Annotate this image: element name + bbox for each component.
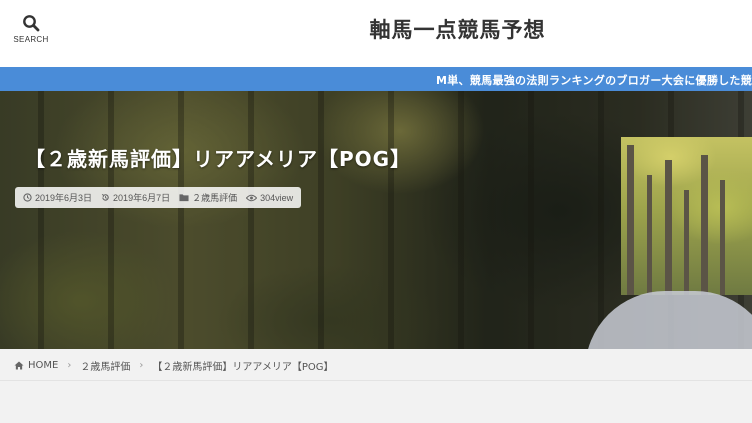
breadcrumb-category[interactable]: ２歳馬評価: [80, 358, 130, 373]
post-title: 【２歳新馬評価】リアアメリア【POG】: [25, 147, 412, 171]
folder-icon: [179, 194, 189, 202]
updated-date-text: 2019年6月7日: [113, 193, 171, 203]
breadcrumb: HOME › ２歳馬評価 › 【２歳新馬評価】リアアメリア【POG】: [14, 358, 334, 373]
site-header: SEARCH 軸馬一点競馬予想: [0, 0, 752, 67]
eye-icon: [246, 194, 258, 201]
site-title[interactable]: 軸馬一点競馬予想: [0, 14, 752, 44]
post-category-text[interactable]: ２歳馬評価: [192, 191, 237, 204]
post-meta: 2019年6月3日 2019年6月7日 ２歳馬評価 304view: [15, 187, 302, 208]
breadcrumb-current: 【２歳新馬評価】リアアメリア【POG】: [152, 362, 334, 373]
published-date: 2019年6月3日: [23, 191, 92, 204]
view-count-text: 304view: [260, 192, 294, 203]
view-count: 304view: [246, 193, 293, 203]
ticker-text[interactable]: M単、競馬最強の法則ランキングのブロガー大会に優勝した競馬予: [436, 72, 752, 88]
hero-banner: 【２歳新馬評価】リアアメリア【POG】 2019年6月3日 2019年6月7日 …: [0, 91, 752, 349]
breadcrumb-home[interactable]: HOME: [14, 360, 58, 371]
post-thumbnail: [621, 137, 752, 295]
history-icon: [101, 194, 109, 201]
post-category[interactable]: ２歳馬評価: [179, 191, 237, 204]
breadcrumb-bar: HOME › ２歳馬評価 › 【２歳新馬評価】リアアメリア【POG】: [0, 349, 752, 381]
breadcrumb-separator: ›: [139, 360, 144, 371]
home-icon: [14, 361, 24, 370]
breadcrumb-home-label[interactable]: HOME: [28, 360, 58, 371]
breadcrumb-separator: ›: [67, 360, 72, 371]
published-date-text: 2019年6月3日: [35, 193, 93, 203]
updated-date: 2019年6月7日: [101, 191, 170, 204]
clock-icon: [23, 193, 32, 202]
news-ticker: M単、競馬最強の法則ランキングのブロガー大会に優勝した競馬予: [0, 67, 752, 91]
